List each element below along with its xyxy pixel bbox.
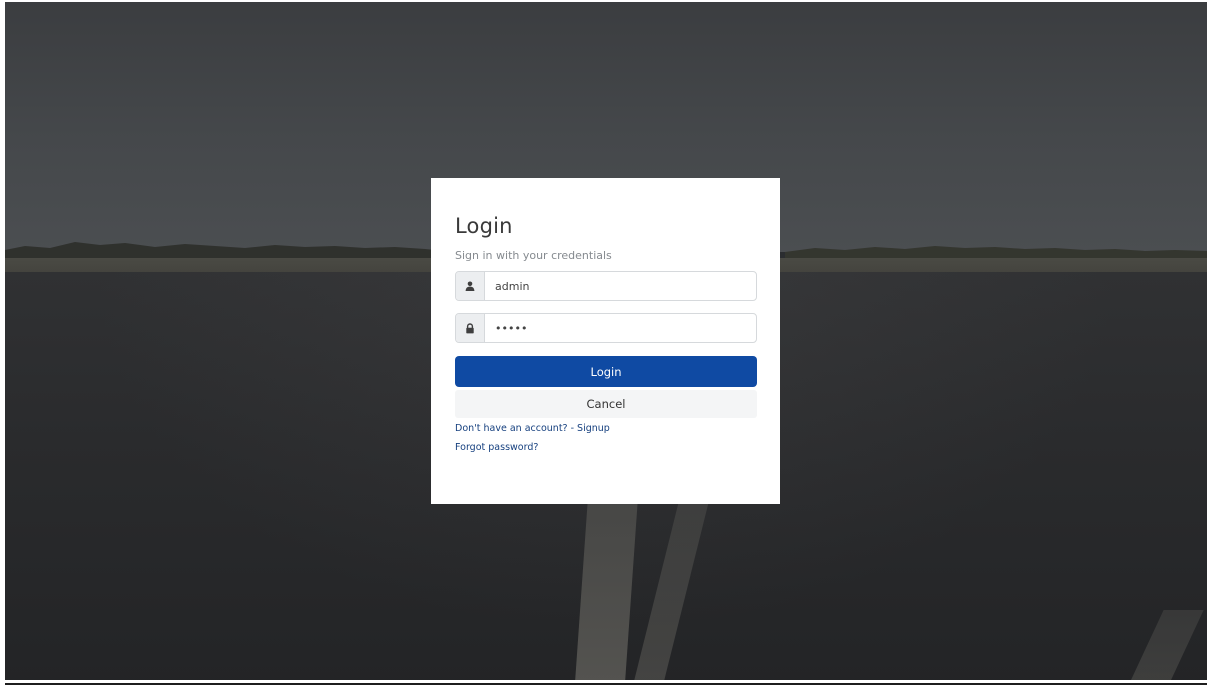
user-icon [456, 272, 485, 300]
password-group [455, 313, 757, 343]
username-group [455, 271, 757, 301]
login-title: Login [455, 214, 513, 238]
login-card: Login Sign in with your credentials Logi… [431, 178, 780, 504]
cancel-button[interactable]: Cancel [455, 390, 757, 418]
signup-link[interactable]: Don't have an account? - Signup [455, 423, 610, 434]
forgot-password-link[interactable]: Forgot password? [455, 442, 538, 453]
lock-icon [456, 314, 485, 342]
username-field[interactable] [485, 272, 756, 300]
bottom-border [5, 683, 1207, 685]
password-field[interactable] [485, 314, 756, 342]
login-button[interactable]: Login [455, 356, 757, 387]
login-subtitle: Sign in with your credentials [455, 249, 612, 262]
